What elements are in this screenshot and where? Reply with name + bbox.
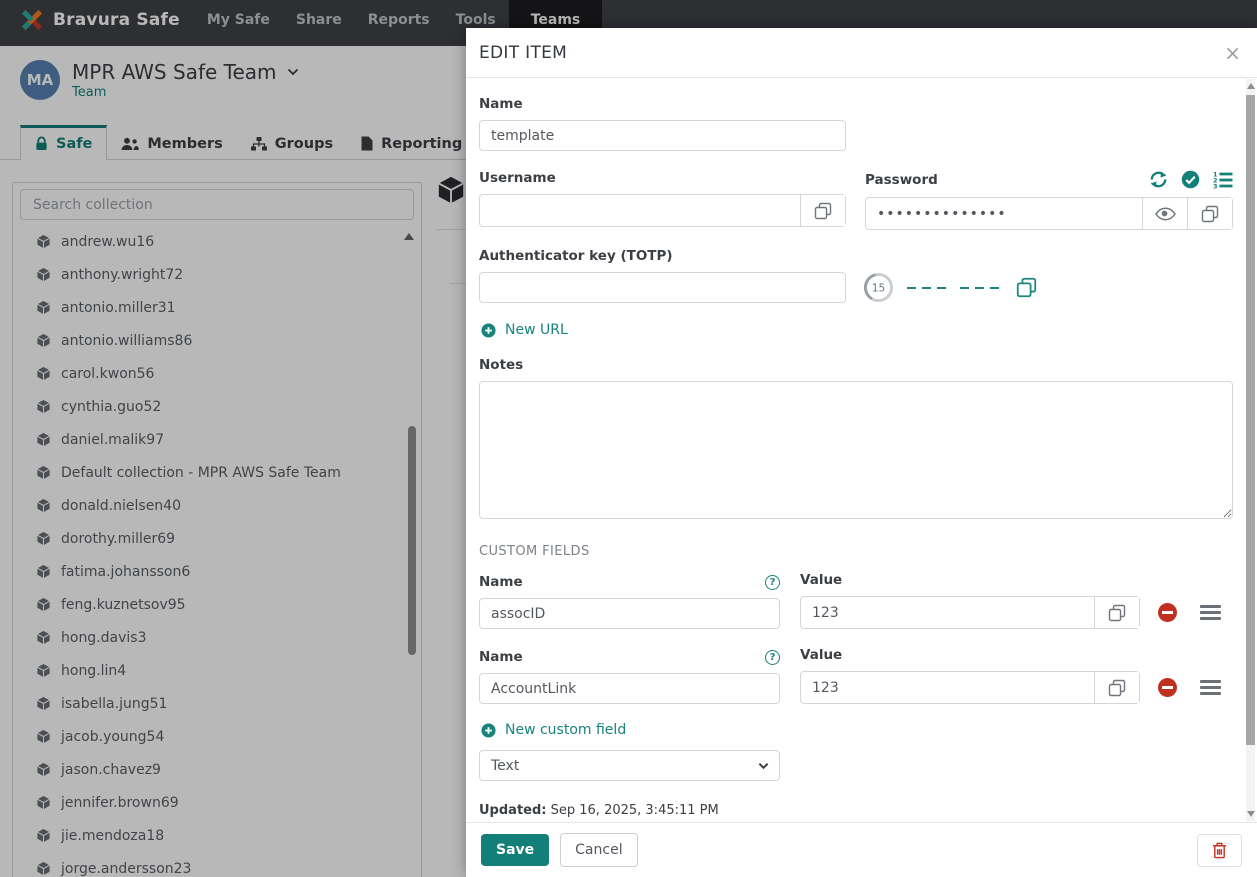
totp-countdown: 15 <box>863 272 894 303</box>
copy-username-button[interactable] <box>800 195 845 226</box>
password-label: Password <box>865 172 938 188</box>
trash-icon <box>1212 842 1227 859</box>
generate-password-button[interactable] <box>1149 170 1168 189</box>
username-input[interactable] <box>480 195 800 226</box>
password-input[interactable] <box>866 198 1142 229</box>
modal-body: Name Username Password <box>466 79 1257 822</box>
copy-icon <box>1016 277 1037 298</box>
svg-text:3: 3 <box>1213 182 1218 189</box>
copy-icon <box>1201 205 1219 223</box>
modal-footer: Save Cancel <box>466 822 1257 877</box>
custom-name-label: Name <box>479 574 523 590</box>
new-url-link[interactable]: New URL <box>481 322 568 338</box>
name-input[interactable] <box>479 120 846 151</box>
copy-password-button[interactable] <box>1187 198 1232 229</box>
help-icon[interactable]: ? <box>765 650 780 665</box>
updated-timestamp: Updated: Sep 16, 2025, 3:45:11 PM <box>479 803 1233 818</box>
eye-icon <box>1155 207 1176 221</box>
toggle-password-visibility-button[interactable] <box>1142 198 1187 229</box>
custom-field-name-input[interactable] <box>479 598 780 629</box>
custom-fields-header: CUSTOM FIELDS <box>479 544 1233 559</box>
svg-text:15: 15 <box>872 281 886 294</box>
name-label: Name <box>479 96 846 112</box>
custom-value-label: Value <box>800 572 1140 588</box>
copy-totp-button[interactable] <box>1016 277 1037 298</box>
custom-name-label: Name <box>479 649 523 665</box>
custom-field-value-input[interactable] <box>801 597 1094 628</box>
remove-field-button[interactable] <box>1158 603 1177 622</box>
save-button[interactable]: Save <box>481 834 549 866</box>
help-icon[interactable]: ? <box>765 575 780 590</box>
chevron-down-icon <box>758 762 769 770</box>
check-circle-icon <box>1181 170 1200 189</box>
totp-label: Authenticator key (TOTP) <box>479 248 1233 264</box>
notes-label: Notes <box>479 357 1233 373</box>
delete-item-button[interactable] <box>1197 834 1242 867</box>
copy-icon <box>1108 604 1126 622</box>
custom-field-name-input[interactable] <box>479 673 780 704</box>
username-label: Username <box>479 170 846 186</box>
modal-scrollbar-thumb[interactable] <box>1246 95 1255 745</box>
remove-field-button[interactable] <box>1158 678 1177 697</box>
cancel-button[interactable]: Cancel <box>560 833 637 867</box>
custom-field-row: Name ? Value <box>479 572 1233 629</box>
drag-handle-icon[interactable] <box>1200 680 1221 695</box>
totp-code <box>907 287 1005 289</box>
field-type-select[interactable]: Text <box>479 750 780 781</box>
totp-input[interactable] <box>479 272 846 303</box>
plus-circle-icon <box>481 323 496 338</box>
check-password-button[interactable] <box>1181 170 1200 189</box>
modal-title: EDIT ITEM <box>479 43 567 63</box>
custom-field-row: Name ? Value <box>479 647 1233 704</box>
numbered-list-icon: 123 <box>1213 171 1233 189</box>
new-custom-field-link[interactable]: New custom field <box>481 722 626 738</box>
refresh-icon <box>1149 170 1168 189</box>
scroll-down-arrow[interactable] <box>1247 811 1255 817</box>
copy-field-value-button[interactable] <box>1094 672 1139 703</box>
scroll-up-arrow[interactable] <box>1247 83 1255 89</box>
plus-circle-icon <box>481 723 496 738</box>
notes-textarea[interactable] <box>479 381 1233 519</box>
custom-field-value-input[interactable] <box>801 672 1094 703</box>
modal-scrollbar[interactable] <box>1246 79 1255 821</box>
close-icon[interactable]: × <box>1224 43 1241 63</box>
copy-field-value-button[interactable] <box>1094 597 1139 628</box>
password-history-button[interactable]: 123 <box>1213 171 1233 189</box>
drag-handle-icon[interactable] <box>1200 605 1221 620</box>
modal-header: EDIT ITEM × <box>466 28 1257 78</box>
copy-icon <box>1108 679 1126 697</box>
custom-value-label: Value <box>800 647 1140 663</box>
edit-item-modal: EDIT ITEM × Name Username Password <box>466 28 1257 877</box>
copy-icon <box>814 202 832 220</box>
